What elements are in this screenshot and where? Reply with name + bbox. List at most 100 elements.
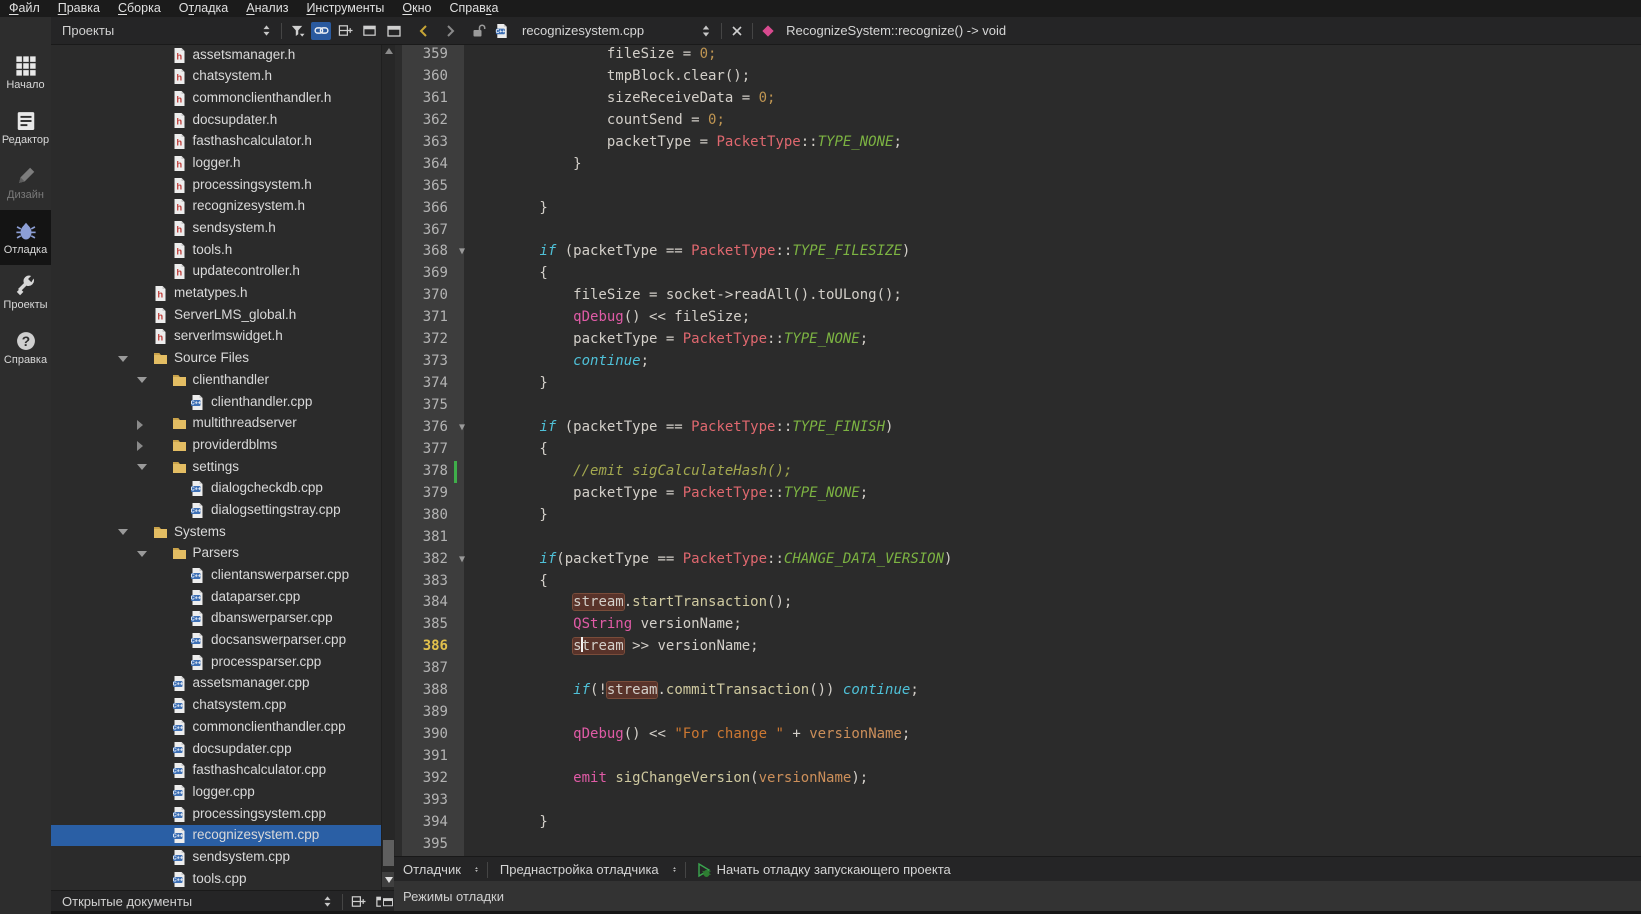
tree-item-updatecontroller.h[interactable]: hupdatecontroller.h [51,261,381,283]
tree-item-commonclienthandler.cpp[interactable]: C++commonclienthandler.cpp [51,716,381,738]
line-number[interactable]: 373 [394,351,454,373]
menu-item-Файл[interactable]: Файл [0,0,49,17]
start-debug-icon[interactable] [696,862,712,878]
debug-modes-bar[interactable]: Режимы отладки [394,881,1641,911]
tree-item-Source Files[interactable]: Source Files [51,348,381,370]
tree-scrollbar[interactable] [381,44,395,890]
tree-item-dbanswerparser.cpp[interactable]: C++dbanswerparser.cpp [51,608,381,630]
code-line-365[interactable]: 365 [394,176,1641,198]
tree-item-assetsmanager.h[interactable]: hassetsmanager.h [51,44,381,66]
tree-item-sendsystem.h[interactable]: hsendsystem.h [51,218,381,240]
line-number[interactable]: 380 [394,505,454,527]
tree-expand-arrow-icon[interactable] [137,420,143,430]
tree-item-clientanswerparser.cpp[interactable]: C++clientanswerparser.cpp [51,565,381,587]
menu-item-Правка[interactable]: Правка [49,0,109,17]
scrollbar-thumb[interactable] [383,840,394,866]
tree-item-tools.cpp[interactable]: C++tools.cpp [51,868,381,890]
code-line-376[interactable]: 376▼ if (packetType == PacketType::TYPE_… [394,417,1641,439]
tree-item-serverlmswidget.h[interactable]: hserverlmswidget.h [51,326,381,348]
code-line-395[interactable]: 395 [394,834,1641,856]
code-line-375[interactable]: 375 [394,395,1641,417]
line-number[interactable]: 394 [394,812,454,834]
fold-column[interactable]: ▼ [454,549,470,571]
open-documents-title[interactable]: Открытые документы [51,894,315,909]
back-icon[interactable] [414,22,434,40]
tree-item-settings[interactable]: settings [51,456,381,478]
code-editor[interactable]: 359 fileSize = 0;360 tmpBlock.clear();36… [394,44,1641,856]
open-file-name[interactable]: recognizesystem.cpp [522,23,644,38]
code-line-377[interactable]: 377 { [394,439,1641,461]
menu-item-Отладка[interactable]: Отладка [170,0,237,17]
tree-item-processingsystem.h[interactable]: hprocessingsystem.h [51,174,381,196]
code-line-359[interactable]: 359 fileSize = 0; [394,44,1641,66]
tree-item-multithreadserver[interactable]: multithreadserver [51,413,381,435]
line-number[interactable]: 375 [394,395,454,417]
tree-item-metatypes.h[interactable]: hmetatypes.h [51,283,381,305]
code-line-379[interactable]: 379 packetType = PacketType::TYPE_NONE; [394,483,1641,505]
tree-item-logger.cpp[interactable]: C++logger.cpp [51,781,381,803]
tree-item-assetsmanager.cpp[interactable]: C++assetsmanager.cpp [51,673,381,695]
tree-item-chatsystem.cpp[interactable]: C++chatsystem.cpp [51,695,381,717]
tree-item-logger.h[interactable]: hlogger.h [51,152,381,174]
code-line-391[interactable]: 391 [394,746,1641,768]
line-number[interactable]: 376 [394,417,454,439]
line-number[interactable]: 370 [394,285,454,307]
code-line-386[interactable]: 386 stream >> versionName; [394,636,1641,658]
code-line-388[interactable]: 388 if(!stream.commitTransaction()) cont… [394,680,1641,702]
tree-collapse-arrow-icon[interactable] [118,529,128,535]
pane-selector-updown-icon[interactable] [256,22,276,40]
line-number[interactable]: 393 [394,790,454,812]
tree-item-sendsystem.cpp[interactable]: C++sendsystem.cpp [51,846,381,868]
tree-item-chatsystem.h[interactable]: hchatsystem.h [51,66,381,88]
tree-item-docsanswerparser.cpp[interactable]: C++docsanswerparser.cpp [51,630,381,652]
line-number[interactable]: 392 [394,768,454,790]
debugger-combo[interactable]: Отладчик [394,862,484,877]
start-debug-label[interactable]: Начать отладку запускающего проекта [717,862,951,877]
tree-collapse-arrow-icon[interactable] [137,377,147,383]
tree-item-fasthashcalculator.h[interactable]: hfasthashcalculator.h [51,131,381,153]
code-line-378[interactable]: 378 //emit sigCalculateHash(); [394,461,1641,483]
tree-item-commonclienthandler.h[interactable]: hcommonclienthandler.h [51,87,381,109]
code-line-384[interactable]: 384 stream.startTransaction(); [394,592,1641,614]
tree-item-ServerLMS_global.h[interactable]: hServerLMS_global.h [51,304,381,326]
forward-icon[interactable] [440,22,460,40]
current-symbol[interactable]: RecognizeSystem::recognize() -> void [786,23,1006,38]
line-number[interactable]: 372 [394,329,454,351]
code-line-361[interactable]: 361 sizeReceiveData = 0; [394,88,1641,110]
line-number[interactable]: 365 [394,176,454,198]
line-number[interactable]: 386 [394,636,454,658]
line-number[interactable]: 378 [394,461,454,483]
menu-item-Справка[interactable]: Справка [440,0,507,17]
code-line-389[interactable]: 389 [394,702,1641,724]
split-pane-icon[interactable] [348,893,368,911]
line-number[interactable]: 371 [394,307,454,329]
code-line-383[interactable]: 383 { [394,571,1641,593]
projects-pane-title[interactable]: Проекты [51,23,254,38]
code-line-373[interactable]: 373 continue; [394,351,1641,373]
code-line-390[interactable]: 390 qDebug() << "For change " + versionN… [394,724,1641,746]
line-number[interactable]: 377 [394,439,454,461]
tree-item-dialogsettingstray.cpp[interactable]: C++dialogsettingstray.cpp [51,499,381,521]
split-pane-icon[interactable] [335,22,355,40]
code-line-370[interactable]: 370 fileSize = socket->readAll().toULong… [394,285,1641,307]
tree-item-Parsers[interactable]: Parsers [51,543,381,565]
line-number[interactable]: 382 [394,549,454,571]
code-line-394[interactable]: 394 } [394,812,1641,834]
line-number[interactable]: 374 [394,373,454,395]
code-line-387[interactable]: 387 [394,658,1641,680]
menu-item-Сборка[interactable]: Сборка [109,0,170,17]
tree-item-providerdblms[interactable]: providerdblms [51,434,381,456]
pane-selector-updown-icon[interactable] [317,893,337,911]
tree-collapse-arrow-icon[interactable] [137,551,147,557]
menu-item-Анализ[interactable]: Анализ [237,0,297,17]
tree-item-docsupdater.h[interactable]: hdocsupdater.h [51,109,381,131]
code-line-363[interactable]: 363 packetType = PacketType::TYPE_NONE; [394,132,1641,154]
line-number[interactable]: 379 [394,483,454,505]
fold-column[interactable]: ▼ [454,417,470,439]
tree-item-fasthashcalculator.cpp[interactable]: C++fasthashcalculator.cpp [51,760,381,782]
line-number[interactable]: 368 [394,241,454,263]
tree-item-clienthandler.cpp[interactable]: C++clienthandler.cpp [51,391,381,413]
fold-column[interactable]: ▼ [454,241,470,263]
mode-bug[interactable]: Отладка [0,210,51,265]
line-number[interactable]: 360 [394,66,454,88]
